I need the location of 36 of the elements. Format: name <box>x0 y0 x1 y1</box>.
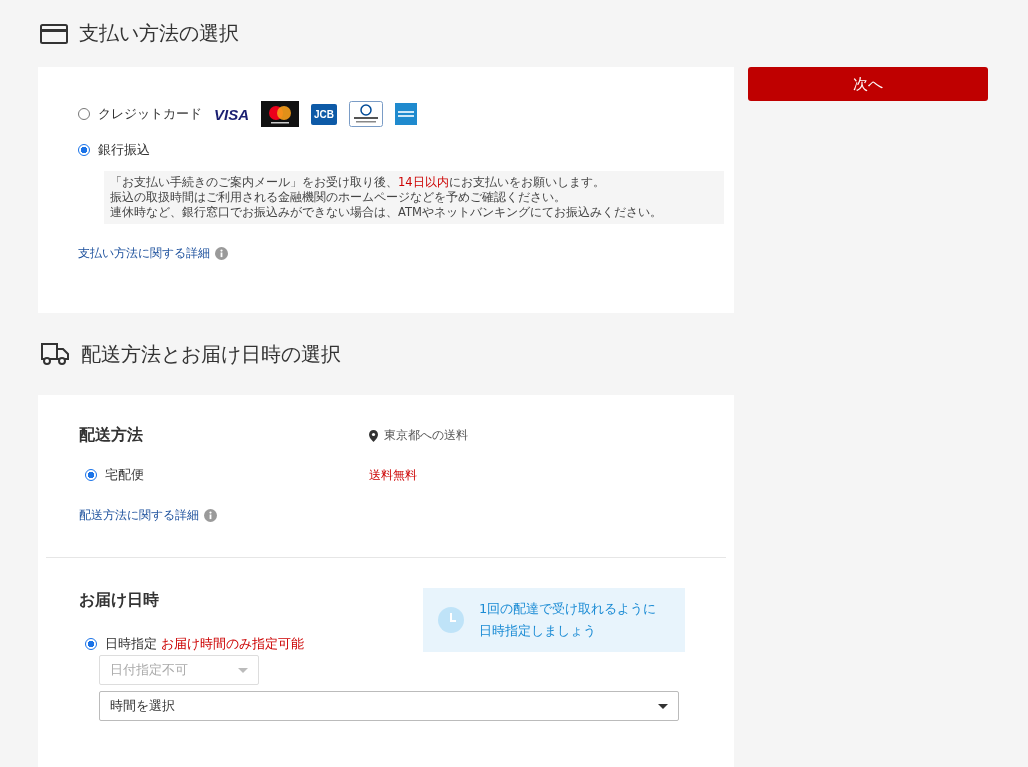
destination-label: 東京都への送料 <box>384 427 468 444</box>
info-icon <box>215 247 228 260</box>
option-label[interactable]: クレジットカード <box>98 105 202 123</box>
mastercard-logo <box>261 101 299 127</box>
caret-icon <box>658 703 668 709</box>
dropdown: 日付指定不可 <box>99 655 259 685</box>
availability-note: お届け時間のみ指定可能 <box>161 635 304 653</box>
subsection-title: 配送方法 <box>79 425 144 446</box>
amex-logo <box>395 103 418 125</box>
radio-button[interactable] <box>85 469 97 481</box>
note-text: 「お支払い手続きのご案内メール」をお受け取り後、14日以内にお支払いをお願いします。 <box>110 175 606 190</box>
jcb-logo: JCB <box>311 103 338 125</box>
diners-club-logo <box>349 101 384 127</box>
caret-icon <box>238 667 248 673</box>
details-link[interactable]: 支払い方法に関する詳細 <box>78 246 210 261</box>
truck-icon <box>40 341 70 367</box>
details-link[interactable]: 配送方法に関する詳細 <box>79 508 199 523</box>
shipping-fee: 送料無料 <box>369 466 418 484</box>
visa-logo: VISA <box>214 105 249 123</box>
section-title: 配送方法とお届け日時の選択 <box>81 340 341 368</box>
next-button[interactable]: 次へ <box>748 67 988 101</box>
option-label[interactable]: 銀行振込 <box>98 141 150 159</box>
radio-button[interactable] <box>85 638 97 650</box>
option-label[interactable]: 宅配便 <box>105 466 144 484</box>
section-title: 支払い方法の選択 <box>79 20 239 47</box>
note-text: 振込の取扱時間はご利用される金融機関のホームページなどを予めご確認ください。 <box>110 190 567 205</box>
tip-text: 1回の配達で受け取れるように 日時指定しましょう <box>479 600 657 640</box>
dropdown[interactable]: 時間を選択 <box>99 691 679 721</box>
clock-icon <box>438 607 464 633</box>
location-pin-icon <box>369 429 378 442</box>
radio-button[interactable] <box>78 144 90 156</box>
info-icon <box>204 509 217 522</box>
subsection-title: お届け日時 <box>79 590 160 611</box>
option-label[interactable]: 日時指定 <box>105 635 157 653</box>
note-text: 連休時など、銀行窓口でお振込みができない場合は、ATMやネットバンキングにてお振込みください。 <box>110 205 663 220</box>
credit-card-icon <box>40 22 68 45</box>
